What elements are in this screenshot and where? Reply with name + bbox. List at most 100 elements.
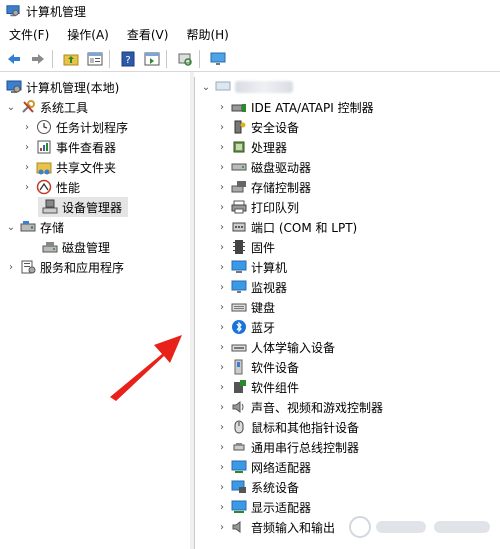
monitor-icon (210, 52, 226, 65)
chevron-right-icon[interactable]: › (217, 382, 227, 393)
device-category-row[interactable]: › 计算机 (217, 257, 287, 277)
toolbar-separator (52, 50, 53, 68)
device-list: ⌄ › IDE ATA/ATAPI 控制器 › 安全设备 › 处理器 › 磁盘驱动器 › 存储控制… (194, 77, 500, 549)
chevron-right-icon[interactable]: › (217, 422, 227, 433)
chevron-right-icon[interactable]: › (217, 282, 227, 293)
firmware-icon (233, 240, 245, 254)
chevron-right-icon[interactable]: › (217, 302, 227, 313)
device-category-row[interactable]: › 处理器 (217, 137, 287, 157)
toolbar-separator (199, 50, 200, 68)
menu-file[interactable]: 文件(F) (0, 24, 58, 46)
chevron-down-icon[interactable]: ⌄ (201, 82, 211, 93)
tree-item-performance[interactable]: › 性能 (22, 177, 80, 197)
device-category-row[interactable]: › 音频输入和输出 (217, 517, 335, 537)
chevron-right-icon[interactable]: › (217, 162, 227, 173)
tree-item-services[interactable]: › 服务和应用程序 (6, 257, 124, 277)
device-category-row[interactable]: › IDE ATA/ATAPI 控制器 (217, 97, 374, 117)
console-tree: 计算机管理(本地) ⌄ 系统工具 › 任务计划程序 › 事件查看器 › 共享文件… (0, 77, 191, 549)
properties-button[interactable] (85, 49, 105, 69)
tree-item-shared-folders[interactable]: › 共享文件夹 (22, 157, 116, 177)
chevron-right-icon[interactable]: › (22, 142, 32, 153)
chevron-right-icon[interactable]: › (217, 102, 227, 113)
chevron-right-icon[interactable]: › (217, 182, 227, 193)
device-category-row[interactable]: › 存储控制器 (217, 177, 311, 197)
device-category-row[interactable]: › 打印队列 (217, 197, 299, 217)
tree-item-root[interactable]: 计算机管理(本地) (2, 77, 119, 97)
chevron-right-icon[interactable]: › (217, 262, 227, 273)
forward-button[interactable] (28, 49, 48, 69)
chevron-right-icon[interactable]: › (217, 462, 227, 473)
device-category-row[interactable]: › 网络适配器 (217, 457, 311, 477)
chevron-right-icon[interactable]: › (22, 122, 32, 133)
tree-item-label: 系统工具 (40, 100, 89, 115)
menu-view[interactable]: 查看(V) (118, 24, 178, 46)
chevron-right-icon[interactable]: › (217, 322, 227, 333)
storage-icon (20, 221, 36, 232)
chevron-right-icon[interactable]: › (217, 242, 227, 253)
chevron-right-icon[interactable]: › (217, 342, 227, 353)
chevron-right-icon[interactable]: › (217, 442, 227, 453)
tree-item-storage[interactable]: ⌄ 存储 (6, 217, 64, 237)
tree-item-label: 计算机管理(本地) (26, 80, 120, 95)
device-category-label: 安全设备 (251, 120, 300, 135)
tree-item-disk-management[interactable]: 磁盘管理 (38, 237, 110, 257)
device-category-row[interactable]: › 磁盘驱动器 (217, 157, 311, 177)
chevron-right-icon[interactable]: › (22, 162, 32, 173)
tree-item-task-scheduler[interactable]: › 任务计划程序 (22, 117, 128, 137)
device-category-label: 端口 (COM 和 LPT) (251, 220, 358, 235)
device-root[interactable]: ⌄ (201, 77, 293, 97)
tree-item-label: 性能 (56, 180, 81, 195)
chevron-right-icon[interactable]: › (217, 222, 227, 233)
monitor-button[interactable] (208, 49, 228, 69)
device-category-label: 计算机 (251, 260, 288, 275)
chevron-right-icon[interactable]: › (217, 402, 227, 413)
scan-hardware-button[interactable] (175, 49, 195, 69)
device-category-row[interactable]: › 人体学输入设备 (217, 337, 335, 357)
device-category-row[interactable]: › 监视器 (217, 277, 287, 297)
chevron-down-icon[interactable]: ⌄ (6, 222, 16, 233)
back-button[interactable] (4, 49, 24, 69)
chevron-right-icon[interactable]: › (217, 362, 227, 373)
device-category-row[interactable]: › 安全设备 (217, 117, 299, 137)
device-category-label: 人体学输入设备 (251, 340, 336, 355)
device-category-label: 固件 (251, 240, 276, 255)
chevron-right-icon[interactable]: › (217, 142, 227, 153)
device-category-row[interactable]: › 固件 (217, 237, 275, 257)
toolbar-separator (166, 50, 167, 68)
show-hide-icon (144, 52, 160, 66)
device-category-row[interactable]: › 键盘 (217, 297, 275, 317)
up-folder-button[interactable] (61, 49, 81, 69)
device-category-row[interactable]: › 蓝牙 (217, 317, 275, 337)
device-category-label: 系统设备 (251, 480, 300, 495)
show-hide-button[interactable] (142, 49, 162, 69)
computer-icon (215, 81, 231, 91)
device-category-row[interactable]: › 鼠标和其他指针设备 (217, 417, 359, 437)
device-category-row[interactable]: › 端口 (COM 和 LPT) (217, 217, 357, 237)
device-category-row[interactable]: › 系统设备 (217, 477, 299, 497)
chevron-right-icon[interactable]: › (217, 202, 227, 213)
chevron-right-icon[interactable]: › (217, 122, 227, 133)
chevron-right-icon[interactable]: › (217, 482, 227, 493)
chevron-right-icon[interactable]: › (217, 522, 227, 533)
device-category-row[interactable]: › 显示适配器 (217, 497, 311, 517)
tree-item-system-tools[interactable]: ⌄ 系统工具 (6, 97, 88, 117)
device-category-row[interactable]: › 声音、视频和游戏控制器 (217, 397, 383, 417)
help-button[interactable]: ? (118, 49, 138, 69)
usb-icon (233, 443, 245, 451)
chevron-down-icon[interactable]: ⌄ (6, 102, 16, 113)
up-folder-icon (63, 54, 79, 66)
tree-item-event-viewer[interactable]: › 事件查看器 (22, 137, 116, 157)
tree-item-device-manager[interactable]: 设备管理器 (38, 197, 129, 217)
bluetooth-icon (232, 320, 246, 334)
tree-item-label: 共享文件夹 (56, 160, 117, 175)
device-category-row[interactable]: › 软件设备 (217, 357, 299, 377)
computer-management-icon (6, 5, 20, 17)
chevron-right-icon[interactable]: › (22, 182, 32, 193)
device-category-row[interactable]: › 软件组件 (217, 377, 299, 397)
chevron-right-icon[interactable]: › (6, 262, 16, 273)
menu-action[interactable]: 操作(A) (58, 24, 118, 46)
clock-icon (37, 120, 51, 134)
chevron-right-icon[interactable]: › (217, 502, 227, 513)
menu-help[interactable]: 帮助(H) (177, 24, 237, 46)
device-category-row[interactable]: › 通用串行总线控制器 (217, 437, 359, 457)
